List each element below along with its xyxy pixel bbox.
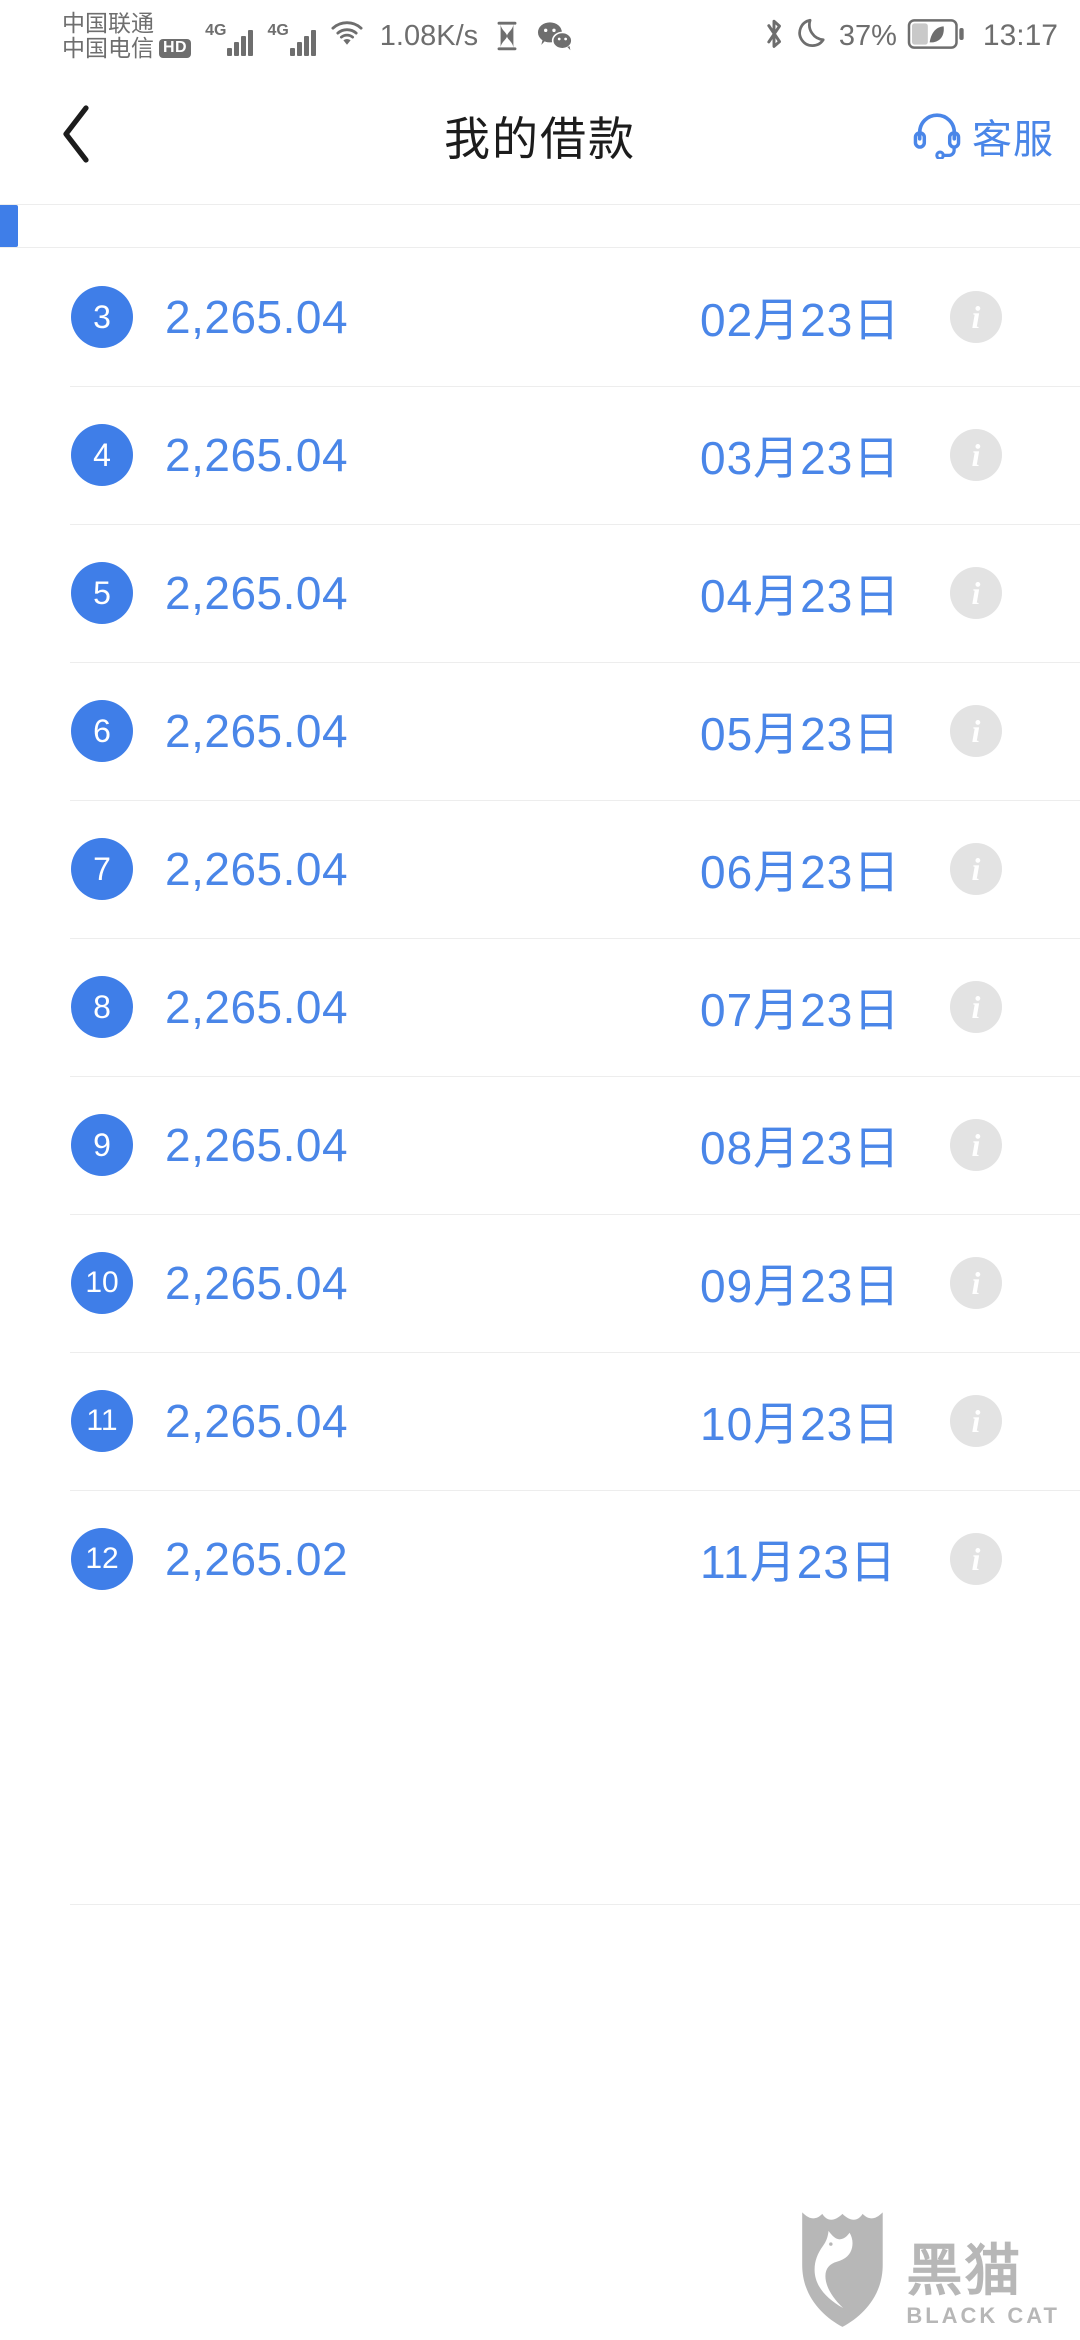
network-type-label-2: 4G (267, 22, 289, 39)
table-row[interactable]: 7 2,265.04 06月23日 i (0, 800, 1080, 938)
partial-row-strip (0, 204, 1080, 248)
info-icon[interactable]: i (950, 843, 1002, 895)
wechat-icon (536, 20, 574, 52)
installment-number-badge: 9 (71, 1114, 133, 1176)
installment-due-date: 07月23日 (700, 984, 901, 1036)
status-bar: 中国联通 中国电信 HD 4G 4G 1.08K/s 37% 13:17 (0, 0, 1080, 72)
table-row[interactable]: 4 2,265.04 03月23日 i (0, 386, 1080, 524)
customer-service-label: 客服 (972, 118, 1054, 162)
table-row[interactable]: 10 2,265.04 09月23日 i (0, 1214, 1080, 1352)
table-row[interactable]: 5 2,265.04 04月23日 i (0, 524, 1080, 662)
info-icon-glyph: i (971, 575, 981, 611)
navigation-bar: 我的借款 客服 (0, 72, 1080, 200)
battery-icon (907, 18, 965, 54)
table-row[interactable]: 11 2,265.04 10月23日 i (0, 1352, 1080, 1490)
signal-group-2: 4G (267, 16, 316, 56)
info-icon-glyph: i (971, 851, 981, 887)
do-not-disturb-moon-icon (797, 16, 829, 57)
partial-row-badge (0, 205, 18, 247)
installment-amount: 2,265.04 (165, 981, 349, 1033)
installment-amount: 2,265.04 (165, 429, 349, 481)
info-icon[interactable]: i (950, 1257, 1002, 1309)
installment-amount: 2,265.04 (165, 291, 349, 343)
signal-bars-icon-1 (227, 26, 254, 56)
installment-number-badge: 10 (71, 1252, 133, 1314)
info-icon[interactable]: i (950, 981, 1002, 1033)
hourglass-icon (494, 20, 520, 52)
signal-group-1: 4G (205, 16, 254, 56)
installment-number-badge: 8 (71, 976, 133, 1038)
installment-amount: 2,265.04 (165, 1119, 349, 1171)
info-icon[interactable]: i (950, 291, 1002, 343)
clock-label: 13:17 (982, 19, 1058, 52)
info-icon[interactable]: i (950, 429, 1002, 481)
headset-icon (912, 109, 962, 164)
installment-number-badge: 5 (71, 562, 133, 624)
table-row[interactable]: 12 2,265.02 11月23日 i (0, 1490, 1080, 1628)
table-row[interactable]: 3 2,265.04 02月23日 i (0, 248, 1080, 386)
wifi-icon (328, 19, 366, 54)
phone-screen: 中国联通 中国电信 HD 4G 4G 1.08K/s 37% 13:17 我的借… (0, 0, 1080, 2340)
info-icon-glyph: i (971, 713, 981, 749)
carrier-primary-label: 中国联通 (62, 10, 154, 37)
info-icon-glyph: i (971, 299, 981, 335)
installment-number-badge: 4 (71, 424, 133, 486)
installment-number-badge: 7 (71, 838, 133, 900)
info-icon-glyph: i (971, 989, 981, 1025)
installment-amount: 2,265.04 (165, 1257, 349, 1309)
installment-due-date: 06月23日 (700, 846, 901, 898)
carrier-secondary: 中国电信 HD (62, 35, 192, 61)
installment-number-badge: 11 (71, 1390, 133, 1452)
battery-percent-label: 37% (838, 19, 897, 52)
installment-amount: 2,265.04 (165, 1395, 349, 1447)
installment-number-badge: 6 (71, 700, 133, 762)
installment-due-date: 09月23日 (700, 1260, 901, 1312)
info-icon-glyph: i (971, 1541, 981, 1577)
installment-amount: 2,265.02 (165, 1533, 349, 1585)
installment-due-date: 10月23日 (700, 1398, 901, 1450)
carrier-labels: 中国联通 中国电信 HD (62, 11, 192, 61)
customer-service-button[interactable]: 客服 (912, 72, 1054, 200)
installment-number-badge: 3 (71, 286, 133, 348)
info-icon-glyph: i (971, 1403, 981, 1439)
carrier-primary: 中国联通 (62, 11, 191, 36)
table-row[interactable]: 6 2,265.04 05月23日 i (0, 662, 1080, 800)
repayment-schedule-list[interactable]: 3 2,265.04 02月23日 i 4 2,265.04 03月23日 i 5 2,265.0… (0, 248, 1080, 2340)
table-row[interactable]: 8 2,265.04 07月23日 i (0, 938, 1080, 1076)
signal-bars-icon-2 (289, 26, 316, 56)
carrier-secondary-label: 中国电信 (62, 35, 154, 61)
table-row[interactable]: 9 2,265.04 08月23日 i (0, 1076, 1080, 1214)
installment-number-badge: 12 (71, 1528, 133, 1590)
info-icon[interactable]: i (950, 1119, 1002, 1171)
network-speed-label: 1.08K/s (379, 19, 479, 52)
status-bar-right: 37% 13:17 (761, 0, 1058, 72)
installment-due-date: 02月23日 (700, 294, 901, 346)
installment-due-date: 08月23日 (700, 1122, 901, 1174)
installment-due-date: 04月23日 (700, 570, 901, 622)
bluetooth-icon (761, 15, 787, 58)
installment-due-date: 03月23日 (700, 432, 901, 484)
info-icon[interactable]: i (950, 1395, 1002, 1447)
info-icon-glyph: i (971, 437, 981, 473)
info-icon[interactable]: i (950, 567, 1002, 619)
info-icon[interactable]: i (950, 705, 1002, 757)
network-type-label-1: 4G (205, 22, 227, 39)
installment-due-date: 05月23日 (700, 708, 901, 760)
installment-due-date: 11月23日 (700, 1536, 897, 1588)
info-icon-glyph: i (971, 1127, 981, 1163)
installment-amount: 2,265.04 (165, 705, 349, 757)
installment-amount: 2,265.04 (165, 843, 349, 895)
info-icon-glyph: i (971, 1265, 981, 1301)
installment-amount: 2,265.04 (165, 567, 349, 619)
info-icon[interactable]: i (950, 1533, 1002, 1585)
hd-badge: HD (159, 38, 192, 58)
